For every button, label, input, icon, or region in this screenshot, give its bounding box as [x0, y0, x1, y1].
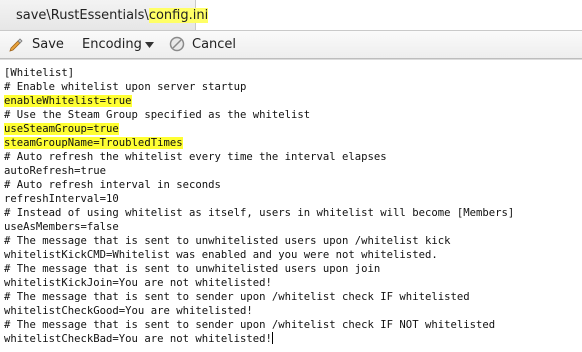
editor-line: # Enable whitelist upon server startup — [4, 81, 247, 93]
editor-line: # Instead of using whitelist as itself, … — [4, 207, 515, 219]
file-tab-filename: config.ini — [148, 8, 209, 23]
encoding-label: Encoding — [82, 37, 142, 52]
text-caret — [271, 332, 273, 344]
editor-line: whitelistCheckGood=You are whitelisted! — [4, 305, 253, 317]
encoding-dropdown[interactable]: Encoding — [82, 31, 158, 58]
editor-line: whitelistKickCMD=Whitelist was enabled a… — [4, 249, 438, 261]
cancel-button[interactable]: Cancel — [169, 31, 239, 58]
editor-line: # The message that is sent to sender upo… — [4, 319, 496, 331]
file-tab-path: save\RustEssentials\ — [16, 8, 149, 23]
file-tab[interactable]: save\RustEssentials\config.ini — [0, 0, 209, 31]
editor-line-highlighted: enableWhitelist=true — [4, 95, 132, 107]
editor-line: refreshInterval=10 — [4, 193, 119, 205]
save-label: Save — [32, 37, 64, 52]
save-icon — [9, 38, 23, 52]
editor-line-highlighted: steamGroupName=TroubledTimes — [4, 137, 183, 149]
save-button[interactable]: Save — [8, 31, 64, 58]
tab-bar: save\RustEssentials\config.ini — [0, 0, 582, 31]
editor-line: # The message that is sent to unwhitelis… — [4, 235, 451, 247]
editor-line: # Auto refresh the whitelist every time … — [4, 151, 387, 163]
cancel-label: Cancel — [192, 37, 237, 52]
editor-line: whitelistKickJoin=You are not whiteliste… — [4, 277, 272, 289]
editor-line: useAsMembers=false — [4, 221, 119, 233]
cancel-icon — [169, 36, 185, 52]
editor-line: [Whitelist] — [4, 67, 75, 79]
editor-line: # Auto refresh interval in seconds — [4, 179, 221, 191]
toolbar: Save Encoding Cancel — [0, 31, 582, 59]
editor-line: whitelistCheckBad=You are not whiteliste… — [4, 332, 273, 345]
editor-line: # Use the Steam Group specified as the w… — [4, 109, 311, 121]
text-editor[interactable]: [Whitelist] # Enable whitelist upon serv… — [0, 59, 582, 352]
editor-line: autoRefresh=true — [4, 165, 107, 177]
editor-line: # The message that is sent to unwhitelis… — [4, 263, 381, 275]
chevron-down-icon — [145, 42, 154, 48]
editor-line: # The message that is sent to sender upo… — [4, 291, 470, 303]
editor-line-highlighted: useSteamGroup=true — [4, 123, 119, 135]
